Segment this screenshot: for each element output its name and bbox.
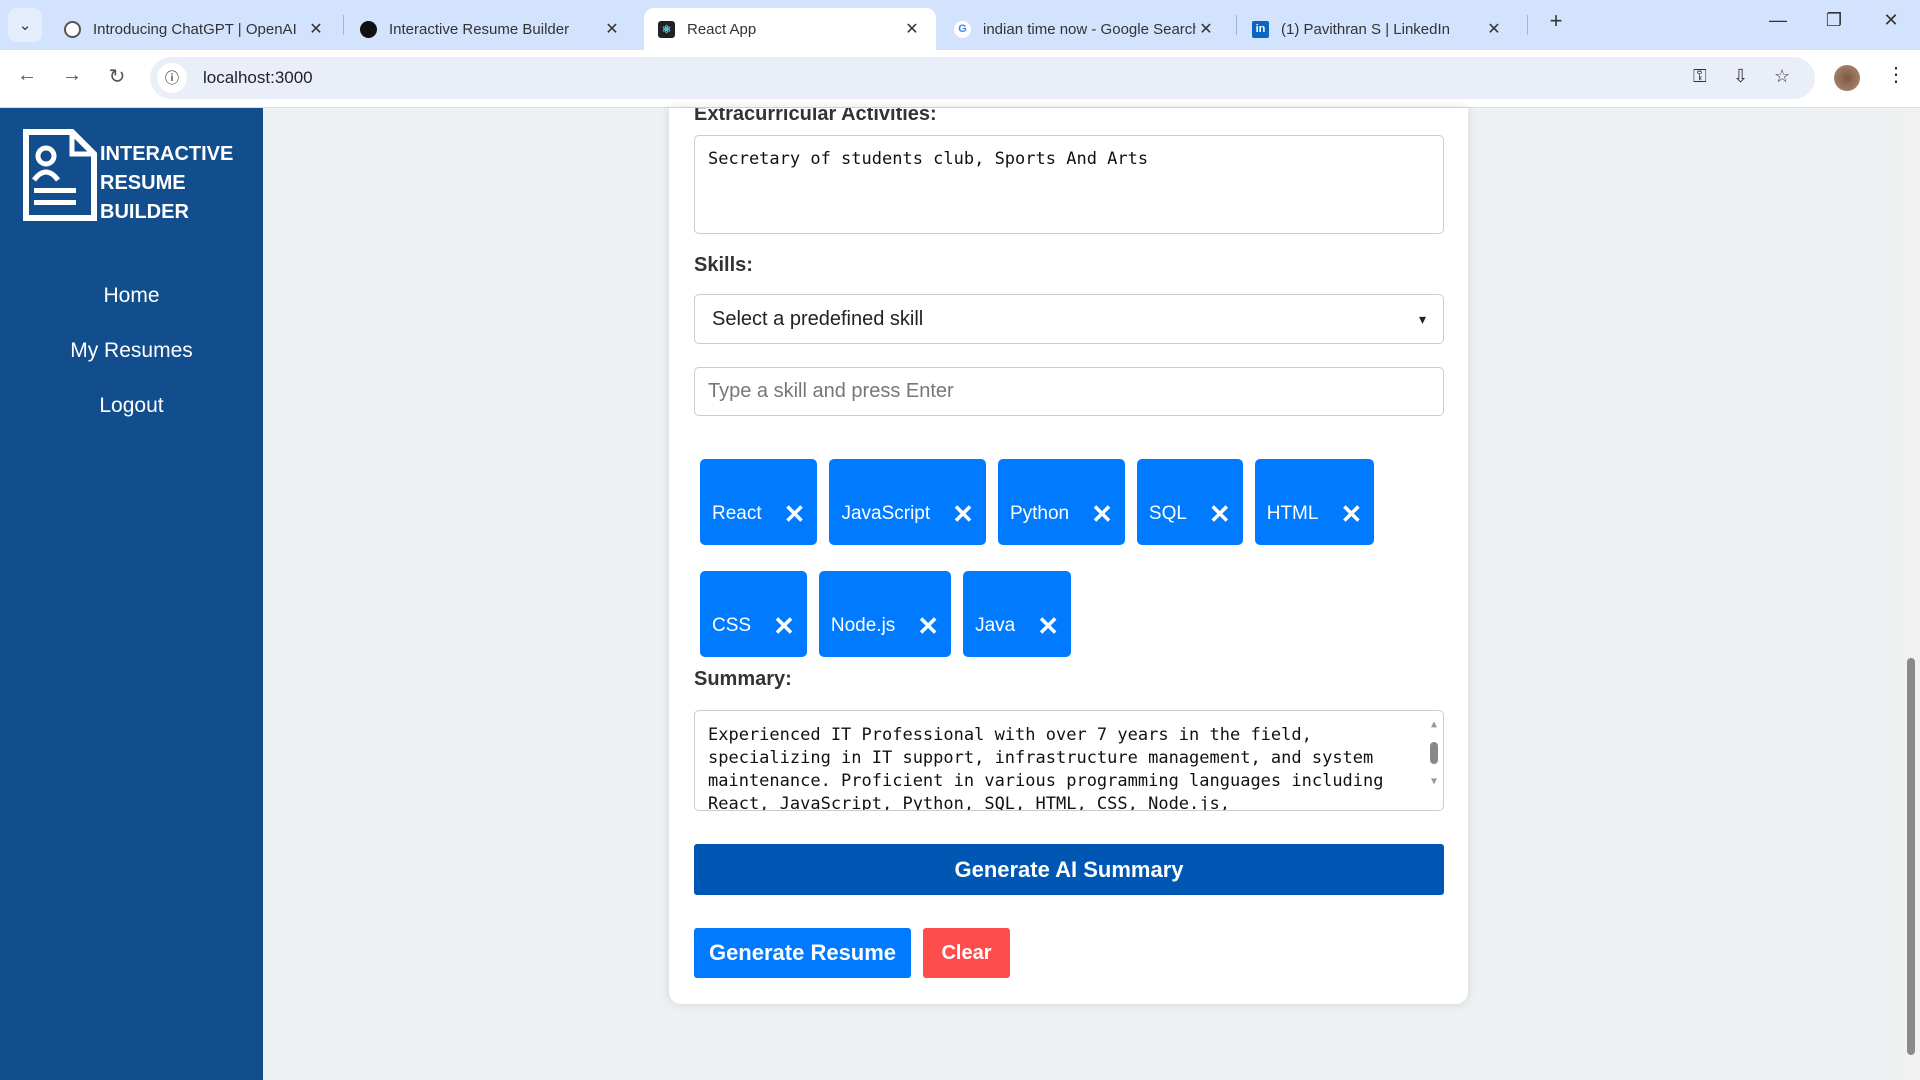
- skill-tag: Python ✕: [997, 459, 1125, 545]
- sidebar-item-my-resumes[interactable]: My Resumes: [0, 339, 263, 363]
- summary-text: Experienced IT Professional with over 7 …: [708, 725, 1384, 811]
- tab-separator: [1527, 15, 1528, 35]
- remove-skill-icon[interactable]: ✕: [917, 613, 939, 639]
- google-icon: G: [954, 20, 971, 38]
- skill-tag-label: HTML: [1266, 503, 1319, 524]
- predefined-skill-select[interactable]: Select a predefined skill ▾: [694, 294, 1444, 344]
- skill-tag-label: CSS: [712, 615, 752, 636]
- close-window-button[interactable]: ✕: [1876, 10, 1906, 31]
- resume-form-card: Extracurricular Activities: Secretary of…: [669, 108, 1468, 1004]
- react-icon: ⚛: [658, 20, 675, 38]
- remove-skill-icon[interactable]: ✕: [1340, 501, 1362, 527]
- skill-tag-label: Java: [975, 615, 1016, 636]
- site-info-icon[interactable]: ⓘ: [157, 63, 187, 93]
- skill-tag-label: Node.js: [830, 615, 896, 636]
- remove-skill-icon[interactable]: ✕: [952, 501, 974, 527]
- clear-button[interactable]: Clear: [923, 928, 1010, 978]
- skill-input[interactable]: Type a skill and press Enter: [694, 367, 1444, 416]
- tab-linkedin[interactable]: in (1) Pavithran S | LinkedIn ✕: [1238, 8, 1518, 50]
- skill-tag-label: Python: [1009, 503, 1070, 524]
- summary-scrollbar[interactable]: ▲ ▼: [1427, 713, 1441, 808]
- skill-tag: JavaScript ✕: [829, 459, 986, 545]
- forward-button[interactable]: →: [57, 64, 87, 87]
- close-tab-icon[interactable]: ✕: [602, 19, 622, 39]
- openai-icon: [360, 20, 377, 38]
- logo-text: INTERACTIVE RESUME BUILDER: [100, 140, 233, 227]
- page-scrollbar[interactable]: [1902, 108, 1920, 1080]
- linkedin-icon: in: [1252, 20, 1269, 38]
- generate-resume-button[interactable]: Generate Resume: [694, 928, 911, 978]
- generate-ai-summary-button[interactable]: Generate AI Summary: [694, 844, 1444, 895]
- logo-line: INTERACTIVE: [100, 143, 234, 165]
- install-app-icon[interactable]: ⇩: [1733, 66, 1748, 87]
- tab-resume-builder[interactable]: Interactive Resume Builder ✕: [346, 8, 636, 50]
- skill-tag: SQL ✕: [1136, 459, 1243, 545]
- close-tab-icon[interactable]: ✕: [1196, 19, 1216, 39]
- resume-document-icon: [23, 129, 97, 221]
- new-tab-button[interactable]: +: [1541, 8, 1571, 34]
- browser-tab-strip: ⌄ Introducing ChatGPT | OpenAI ✕ Interact…: [0, 0, 1920, 50]
- tab-list-button[interactable]: ⌄: [8, 8, 42, 42]
- tab-chatgpt[interactable]: Introducing ChatGPT | OpenAI ✕: [50, 8, 340, 50]
- logo-line: RESUME: [100, 172, 186, 194]
- profile-avatar[interactable]: [1834, 65, 1860, 91]
- skill-tag: Node.js ✕: [818, 571, 952, 657]
- remove-skill-icon[interactable]: ✕: [1037, 613, 1059, 639]
- reload-button[interactable]: ↻: [102, 64, 132, 89]
- restore-button[interactable]: ❐: [1819, 10, 1849, 31]
- skill-tag: Java ✕: [963, 571, 1072, 657]
- address-bar-area: ← → ↻ ⓘ localhost:3000 ⚿ ⇩ ☆ ⋮: [0, 50, 1920, 108]
- skill-tags: React ✕ JavaScript ✕ Python ✕ SQL ✕ HTML ✕ CSS ✕ Nod…: [694, 459, 1444, 657]
- browser-menu-icon[interactable]: ⋮: [1886, 62, 1906, 87]
- close-tab-icon[interactable]: ✕: [306, 19, 326, 39]
- password-key-icon[interactable]: ⚿: [1693, 66, 1707, 87]
- remove-skill-icon[interactable]: ✕: [773, 613, 795, 639]
- extracurricular-label: Extracurricular Activities:: [694, 108, 937, 124]
- sidebar-item-logout[interactable]: Logout: [0, 394, 263, 418]
- tab-separator: [1236, 15, 1237, 35]
- select-value: Select a predefined skill: [712, 307, 924, 330]
- close-tab-icon[interactable]: ✕: [902, 19, 922, 39]
- app-logo[interactable]: INTERACTIVE RESUME BUILDER: [22, 128, 233, 227]
- summary-label: Summary:: [694, 668, 792, 690]
- skill-tag: React ✕: [700, 459, 818, 545]
- logo-line: BUILDER: [100, 201, 189, 223]
- back-button[interactable]: ←: [12, 64, 42, 87]
- close-tab-icon[interactable]: ✕: [1484, 19, 1504, 39]
- summary-textarea[interactable]: Experienced IT Professional with over 7 …: [694, 710, 1444, 811]
- skill-tag-label: SQL: [1148, 503, 1187, 524]
- skill-tag: CSS ✕: [700, 571, 807, 657]
- skill-tag-label: JavaScript: [841, 503, 931, 524]
- chevron-down-icon: ▾: [1418, 310, 1426, 327]
- skill-tag: HTML ✕: [1254, 459, 1375, 545]
- remove-skill-icon[interactable]: ✕: [1091, 501, 1113, 527]
- skill-tag-label: React: [712, 503, 762, 524]
- sidebar-item-home[interactable]: Home: [0, 284, 263, 308]
- skills-label: Skills:: [694, 254, 753, 276]
- bookmark-star-icon[interactable]: ☆: [1774, 66, 1790, 87]
- minimize-button[interactable]: —: [1763, 10, 1793, 31]
- tab-google-search[interactable]: Gindian time now - Google Search ✕: [940, 8, 1230, 50]
- url-bar[interactable]: ⓘ localhost:3000 ⚿ ⇩ ☆: [150, 57, 1815, 99]
- remove-skill-icon[interactable]: ✕: [1209, 501, 1231, 527]
- scrollbar-thumb[interactable]: [1907, 658, 1915, 1055]
- tab-react-app[interactable]: ⚛ React App ✕: [644, 8, 936, 50]
- url-text[interactable]: localhost:3000: [203, 68, 313, 88]
- extracurricular-textarea[interactable]: Secretary of students club, Sports And A…: [694, 135, 1444, 234]
- sidebar: INTERACTIVE RESUME BUILDER Home My Resum…: [0, 108, 263, 1080]
- tab-separator: [343, 15, 344, 35]
- openai-icon: [64, 20, 81, 38]
- remove-skill-icon[interactable]: ✕: [784, 501, 806, 527]
